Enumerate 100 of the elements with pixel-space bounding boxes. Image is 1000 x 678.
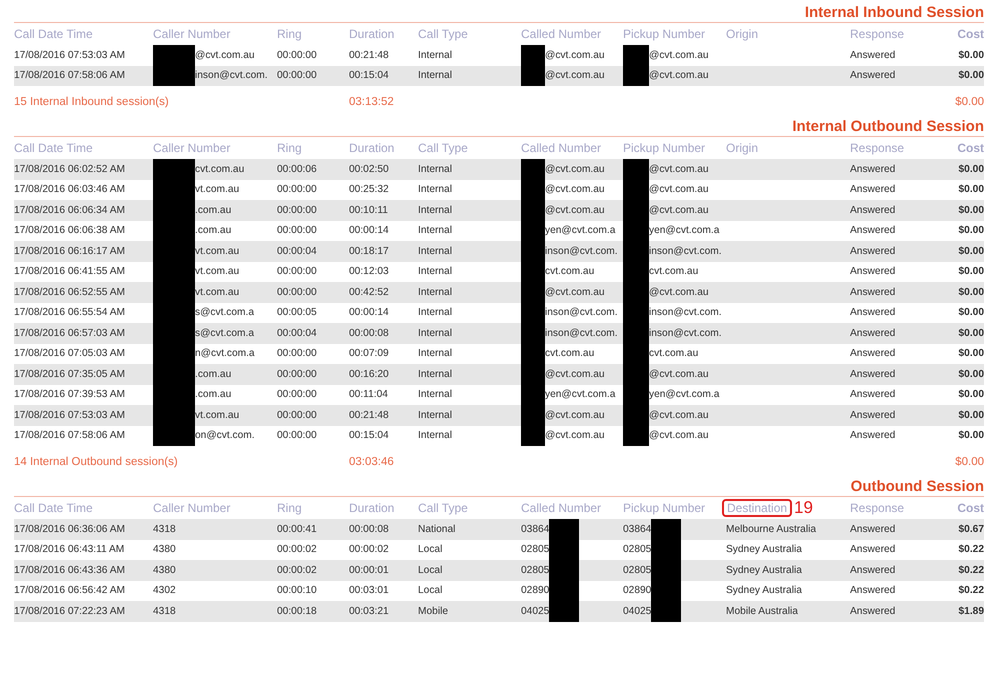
total-cost: $0.00 [955,96,984,108]
table-cell: 00:00:08 [349,524,389,535]
table-cell: @cvt.com.au [649,368,709,380]
section-title: Internal Outbound Session [792,118,984,135]
session-count: 14 Internal Outbound session(s) [14,456,178,468]
table-cell: 00:00:00 [277,410,317,421]
table-cell: cvt.com.au [649,348,698,360]
table-cell: 00:18:17 [349,246,389,257]
column-header: Pickup Number [623,27,706,41]
column-header: Duration [349,141,394,155]
table-cell: cvt.com.au [195,164,244,175]
table-cell: Answered [850,50,896,61]
table-cell: Answered [850,564,896,576]
table-cell: s@cvt.com.a [195,307,254,318]
table-cell: $0.00 [958,430,984,442]
table-cell: inson@cvt.com. [545,328,618,339]
table-cell: cvt.com.au [545,348,594,360]
table-cell: yen@cvt.com.a [545,225,616,236]
table-cell: @cvt.com.au [545,368,605,380]
table-cell: inson@cvt.com. [195,70,268,82]
table-cell: 00:42:52 [349,286,389,298]
column-header: Call Date Time [14,27,93,41]
table-cell: Answered [850,286,896,298]
column-header: Caller Number [153,141,230,155]
table-cell: inson@cvt.com. [649,246,722,257]
table-cell: 00:00:08 [349,328,389,339]
table-cell: 00:00:00 [277,348,317,360]
table-cell: Internal [418,184,452,196]
table-cell: vt.com.au [195,286,240,298]
table-cell: 00:00:00 [277,368,317,380]
table-cell: $1.89 [958,606,984,617]
table-cell: 17/08/2016 07:39:53 AM [14,389,126,400]
table-cell: 17/08/2016 07:53:03 AM [14,50,126,61]
table-cell: 17/08/2016 06:57:03 AM [14,328,126,339]
table-cell: 02805 [623,564,652,576]
table-cell: 00:00:01 [349,564,389,576]
table-cell: 00:00:00 [277,430,317,442]
table-cell: 00:03:01 [349,585,389,596]
table-cell: Internal [418,389,452,400]
table-cell: yen@cvt.com.a [545,389,616,400]
table-cell: $0.00 [958,204,984,216]
table-cell: Answered [850,184,896,196]
table-cell: Answered [850,266,896,278]
table-cell: yen@cvt.com.a [649,389,720,400]
table-cell: 03864 [623,524,652,535]
table-cell: 17/08/2016 06:56:42 AM [14,585,126,596]
table-cell: Internal [418,50,452,61]
table-cell: $0.00 [958,70,984,82]
table-cell: Internal [418,307,452,318]
column-header: Cost [957,141,984,155]
table-cell: Answered [850,606,896,617]
table-cell: 4318 [153,606,176,617]
table-cell: 00:00:00 [277,286,317,298]
table-cell: Answered [850,328,896,339]
table-cell: Internal [418,410,452,421]
table-cell: 00:00:02 [349,544,389,556]
table-cell: 17/08/2016 06:02:52 AM [14,164,126,175]
table-cell: $0.22 [958,544,984,556]
table-cell: Local [418,564,442,576]
table-cell: s@cvt.com.a [195,328,254,339]
total-duration: 03:03:46 [349,456,394,468]
table-cell: Sydney Australia [726,544,802,556]
table-cell: 4302 [153,585,176,596]
table-cell: 00:07:09 [349,348,389,360]
table-cell: n@cvt.com.a [195,348,255,360]
table-cell: @cvt.com.au [649,50,709,61]
table-cell: inson@cvt.com. [649,307,722,318]
table-cell: Internal [418,328,452,339]
table-cell: 00:00:18 [277,606,317,617]
table-cell: vt.com.au [195,410,240,421]
column-header: Caller Number [153,27,230,41]
table-cell: @cvt.com.au [649,430,709,442]
table-cell: @cvt.com.au [545,430,605,442]
table-cell: 00:03:21 [349,606,389,617]
table-cell: on@cvt.com. [195,430,255,442]
table-cell: 00:25:32 [349,184,389,196]
table-cell: vt.com.au [195,246,240,257]
column-header: Destination [722,499,792,517]
table-cell: .com.au [195,389,232,400]
table-cell: Internal [418,286,452,298]
table-cell: 00:15:04 [349,430,389,442]
session-count: 15 Internal Inbound session(s) [14,96,169,108]
column-header: Ring [277,501,302,515]
table-cell: $0.00 [958,307,984,318]
table-cell: 17/08/2016 06:55:54 AM [14,307,126,318]
table-cell: 17/08/2016 06:52:55 AM [14,286,126,298]
table-cell: 00:02:50 [349,164,389,175]
table-cell: 00:00:14 [349,225,389,236]
total-duration: 03:13:52 [349,96,394,108]
table-cell: 00:21:48 [349,410,389,421]
column-header: Call Type [418,27,468,41]
table-cell: $0.22 [958,585,984,596]
table-cell: 02805 [521,544,550,556]
table-cell: Internal [418,70,452,82]
table-cell: 02805 [521,564,550,576]
table-cell: @cvt.com.au [545,184,605,196]
table-cell: Answered [850,70,896,82]
table-cell: $0.00 [958,225,984,236]
table-cell: Internal [418,246,452,257]
table-cell: $0.00 [958,50,984,61]
